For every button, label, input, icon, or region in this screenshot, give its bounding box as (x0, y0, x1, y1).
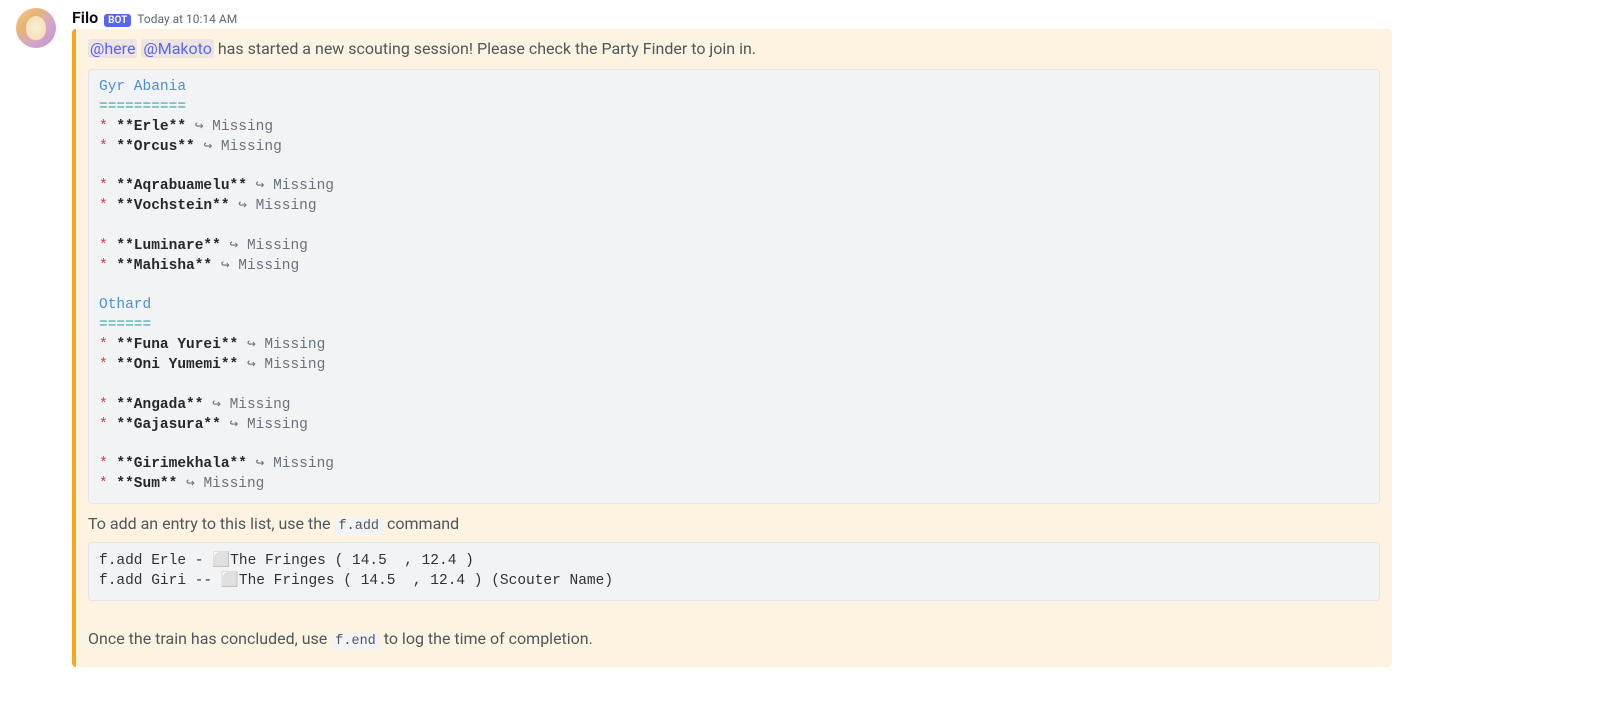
intro-text: has started a new scouting session! Plea… (214, 39, 756, 58)
message-header: Filo BOT Today at 10:14 AM (72, 8, 1608, 27)
help-end-post: to log the time of completion. (380, 629, 593, 648)
avatar[interactable] (16, 8, 56, 48)
example-code-block: f.add Erle - ⬜The Fringes ( 14.5 , 12.4 … (88, 542, 1380, 601)
mention-user[interactable]: @Makoto (141, 39, 213, 58)
bot-tag: BOT (104, 14, 131, 27)
help-add-post: command (383, 514, 459, 533)
mention-here[interactable]: @here (88, 39, 137, 58)
inline-code-add: f.add (335, 518, 384, 535)
help-add-pre: To add an entry to this list, use the (88, 514, 335, 533)
embed-description: @here @Makoto has started a new scouting… (88, 37, 1380, 61)
scouting-code-block: Gyr Abania ========== * **Erle** ↪ Missi… (88, 69, 1380, 504)
message-timestamp: Today at 10:14 AM (137, 12, 237, 26)
discord-message: Filo BOT Today at 10:14 AM @here @Makoto… (0, 0, 1624, 667)
inline-code-end: f.end (331, 633, 380, 650)
help-add-line: To add an entry to this list, use the f.… (88, 514, 1380, 534)
message-content: Filo BOT Today at 10:14 AM @here @Makoto… (72, 8, 1608, 667)
embed-container: @here @Makoto has started a new scouting… (72, 29, 1392, 667)
help-end-line: Once the train has concluded, use f.end … (88, 629, 1380, 649)
author-name[interactable]: Filo (72, 8, 98, 27)
help-end-pre: Once the train has concluded, use (88, 629, 331, 648)
